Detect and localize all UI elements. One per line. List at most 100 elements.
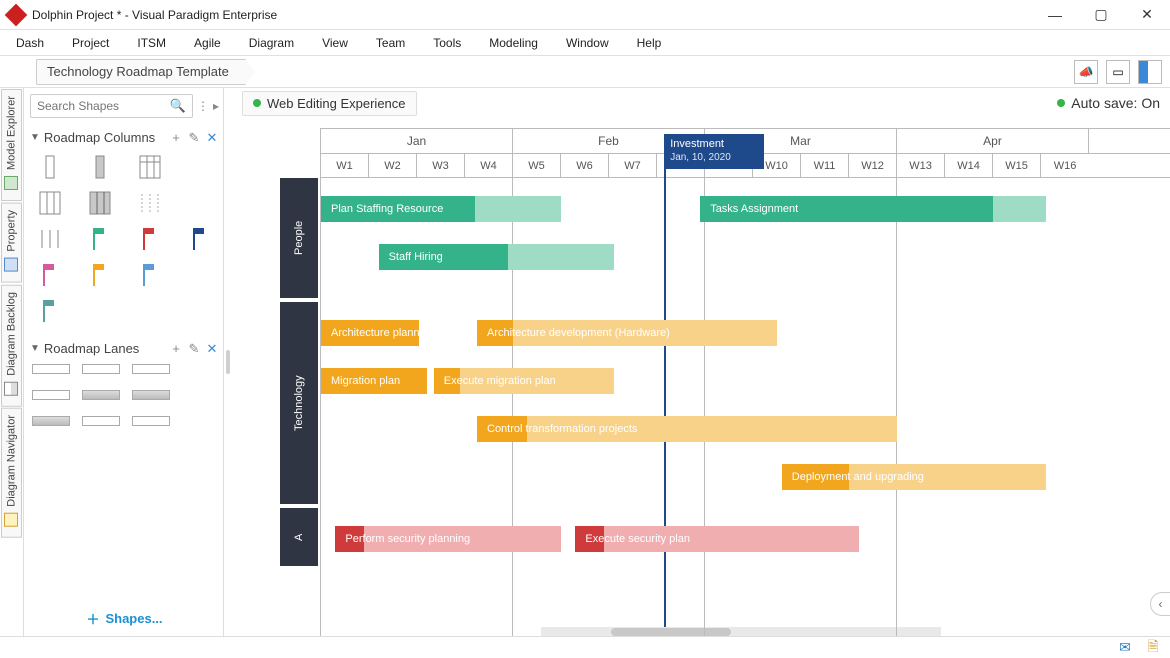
column-shape-1[interactable] <box>82 153 118 181</box>
panel-toggle-icon[interactable] <box>1138 60 1162 84</box>
panel-resize-handle[interactable] <box>224 88 232 636</box>
doc-icon[interactable]: 🗎 <box>1144 640 1162 656</box>
lane-header-a[interactable]: A <box>280 508 318 566</box>
vtab-diagram-backlog[interactable]: Diagram Backlog <box>1 285 22 407</box>
menu-tools[interactable]: Tools <box>433 36 461 50</box>
vtab-diagram-navigator[interactable]: Diagram Navigator <box>1 408 22 538</box>
task-bar[interactable]: Deployment and upgrading <box>782 464 1046 490</box>
search-box[interactable]: 🔍 <box>30 94 193 118</box>
close-button[interactable]: ✕ <box>1124 0 1170 30</box>
mail-icon[interactable]: ✉ <box>1116 640 1134 656</box>
milestone-marker[interactable]: Investment Jan, 10, 2020 <box>664 134 666 636</box>
close-panel-icon[interactable]: ✕ <box>205 131 219 145</box>
roadmap-canvas[interactable]: PeopleTechnologyA JanFebMarApr W1W2W3W4W… <box>232 118 1170 636</box>
add-icon[interactable]: + <box>169 342 183 356</box>
shapes-link-label: Shapes... <box>105 611 162 626</box>
horizontal-scrollbar[interactable] <box>541 627 941 636</box>
lane-shape-0[interactable] <box>32 364 70 374</box>
vtab-label: Model Explorer <box>6 96 18 170</box>
menu-project[interactable]: Project <box>72 36 109 50</box>
announce-icon[interactable]: 📣 <box>1074 60 1098 84</box>
maximize-button[interactable]: ▢ <box>1078 0 1124 30</box>
align-icon[interactable]: ▭ <box>1106 60 1130 84</box>
lane-header-technology[interactable]: Technology <box>280 302 318 504</box>
menu-window[interactable]: Window <box>566 36 609 50</box>
lane-shape-1[interactable] <box>82 364 120 374</box>
week-header: W13 <box>897 154 945 177</box>
menu-agile[interactable]: Agile <box>194 36 221 50</box>
task-bar[interactable]: Architecture planning <box>321 320 419 346</box>
vtab-property[interactable]: Property <box>1 203 22 283</box>
week-header: W1 <box>321 154 369 177</box>
column-shape-5[interactable] <box>82 189 118 217</box>
task-label: Architecture planning <box>331 327 419 339</box>
week-header: W5 <box>513 154 561 177</box>
lanes-panel-header[interactable]: ▼ Roadmap Lanes + ✎ ✕ <box>30 335 219 360</box>
lane-shape-9[interactable] <box>82 416 120 426</box>
menu-team[interactable]: Team <box>376 36 405 50</box>
search-input[interactable] <box>37 99 167 113</box>
task-bar[interactable]: Execute security plan <box>575 526 858 552</box>
search-options-icon[interactable]: ⋮ <box>197 99 209 113</box>
app-logo-icon <box>5 3 28 26</box>
column-shape-9[interactable] <box>82 225 118 253</box>
task-bar[interactable]: Plan Staffing Resource <box>321 196 561 222</box>
add-icon[interactable]: + <box>169 131 183 145</box>
lane-shape-6[interactable] <box>132 390 170 400</box>
vtab-icon <box>5 258 19 272</box>
search-icon[interactable]: 🔍 <box>170 98 186 114</box>
lane-shape-4[interactable] <box>32 390 70 400</box>
lane-shape-5[interactable] <box>82 390 120 400</box>
lane-shape-8[interactable] <box>32 416 70 426</box>
column-shape-16[interactable] <box>32 297 68 325</box>
column-shape-2[interactable] <box>132 153 168 181</box>
task-label: Deployment and upgrading <box>792 471 924 483</box>
vtab-model-explorer[interactable]: Model Explorer <box>1 89 22 201</box>
task-bar[interactable]: Architecture development (Hardware) <box>477 320 777 346</box>
menu-view[interactable]: View <box>322 36 348 50</box>
task-bar[interactable]: Perform security planning <box>335 526 561 552</box>
scrollbar-thumb[interactable] <box>611 628 731 636</box>
task-label: Execute migration plan <box>444 375 556 387</box>
breadcrumb[interactable]: Technology Roadmap Template <box>36 59 246 85</box>
column-shape-10[interactable] <box>132 225 168 253</box>
status-dot-icon <box>253 99 261 107</box>
more-shapes-link[interactable]: ＋ Shapes... <box>30 601 219 636</box>
columns-panel-title: Roadmap Columns <box>44 130 155 145</box>
column-shape-4[interactable] <box>32 189 68 217</box>
search-expand-icon[interactable]: ▸ <box>213 99 219 113</box>
task-bar[interactable]: Control transformation projects <box>477 416 897 442</box>
task-bar[interactable]: Migration plan <box>321 368 427 394</box>
column-shape-0[interactable] <box>32 153 68 181</box>
lanes-panel-title: Roadmap Lanes <box>44 341 139 356</box>
minimize-button[interactable]: — <box>1032 0 1078 30</box>
menu-itsm[interactable]: ITSM <box>137 36 166 50</box>
menu-diagram[interactable]: Diagram <box>249 36 294 50</box>
document-tab[interactable]: Web Editing Experience <box>242 91 417 116</box>
vtab-icon <box>5 513 19 527</box>
task-bar[interactable]: Execute migration plan <box>434 368 614 394</box>
task-bar[interactable]: Tasks Assignment <box>700 196 1046 222</box>
edit-icon[interactable]: ✎ <box>187 131 201 145</box>
close-panel-icon[interactable]: ✕ <box>205 342 219 356</box>
week-header: W3 <box>417 154 465 177</box>
column-shape-13[interactable] <box>82 261 118 289</box>
week-header: W15 <box>993 154 1041 177</box>
column-shape-14[interactable] <box>132 261 168 289</box>
lane-header-people[interactable]: People <box>280 178 318 298</box>
column-shape-12[interactable] <box>32 261 68 289</box>
edit-icon[interactable]: ✎ <box>187 342 201 356</box>
collapse-right-panel-button[interactable]: ‹ <box>1150 592 1170 616</box>
task-bar[interactable]: Staff Hiring <box>379 244 614 270</box>
column-shape-6[interactable] <box>132 189 168 217</box>
lane-shape-10[interactable] <box>132 416 170 426</box>
column-shape-11[interactable] <box>182 225 218 253</box>
vtab-icon <box>5 176 19 190</box>
lane-shape-2[interactable] <box>132 364 170 374</box>
menubar: Dash Project ITSM Agile Diagram View Team Tools… <box>0 30 1170 56</box>
menu-dash[interactable]: Dash <box>16 36 44 50</box>
menu-help[interactable]: Help <box>637 36 662 50</box>
columns-panel-header[interactable]: ▼ Roadmap Columns + ✎ ✕ <box>30 124 219 149</box>
menu-modeling[interactable]: Modeling <box>489 36 538 50</box>
column-shape-8[interactable] <box>32 225 68 253</box>
